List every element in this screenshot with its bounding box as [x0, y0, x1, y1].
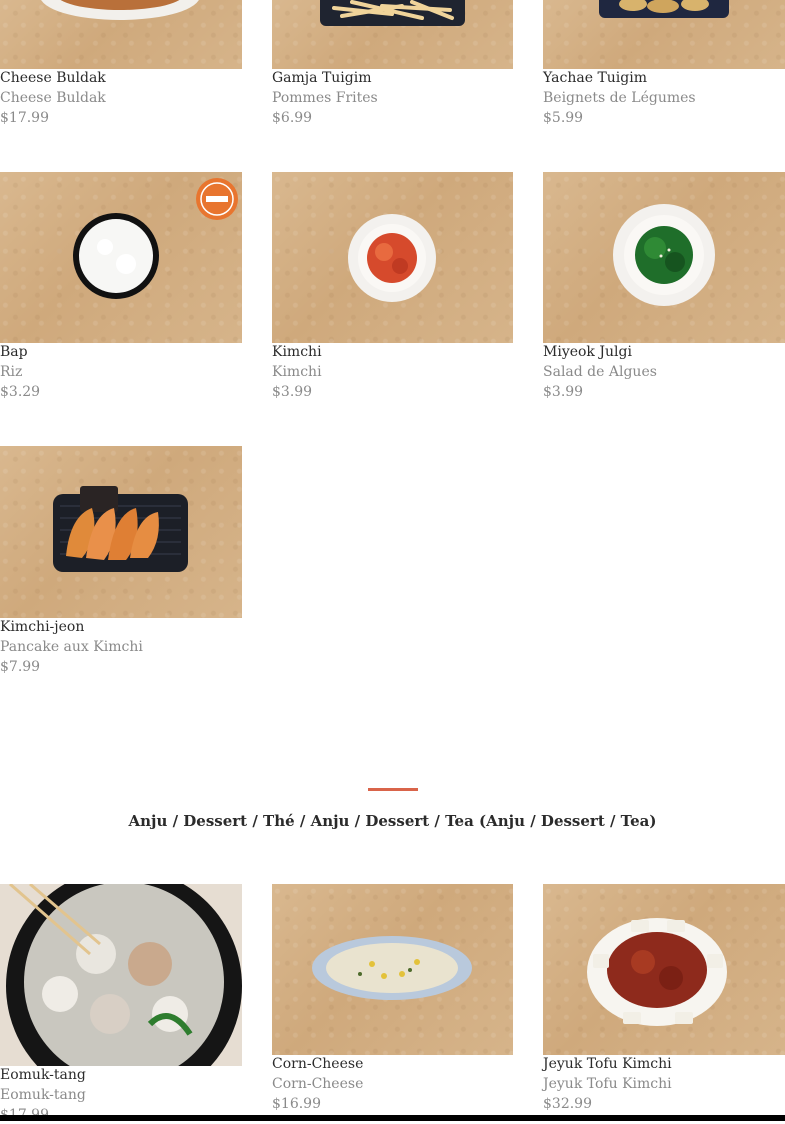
menu-item-subtitle: Riz [0, 364, 23, 380]
menu-item-photo[interactable] [272, 172, 513, 343]
menu-item-photo[interactable] [272, 884, 513, 1055]
corn-cheese-dish-icon [312, 936, 472, 1000]
menu-item-price: $3.99 [272, 384, 313, 400]
menu-item-name: Gamja Tuigim [272, 70, 372, 86]
menu-item-name: Bap [0, 344, 28, 360]
menu-item-card[interactable]: Yachae Tuigim Beignets de Légumes $5.99 [543, 0, 785, 130]
menu-item-photo[interactable] [0, 0, 242, 69]
menu-item-name: Corn-Cheese [272, 1056, 364, 1072]
menu-item-photo[interactable] [0, 446, 242, 618]
menu-item-price: $3.99 [543, 384, 584, 400]
plate-icon [41, 0, 199, 20]
vegan-badge-icon [196, 178, 238, 220]
menu-item-card[interactable]: Eomuk-tang Eomuk-tang $17.99 [0, 884, 242, 1124]
fries-icon [320, 0, 465, 26]
tofu-kimchi-plate-icon [587, 918, 727, 1026]
menu-item-photo[interactable] [543, 172, 785, 343]
menu-item-photo[interactable] [272, 0, 513, 69]
fishcake-stew-icon [0, 884, 242, 1066]
menu-item-price: $3.29 [0, 384, 41, 400]
menu-item-card[interactable]: Jeyuk Tofu Kimchi Jeyuk Tofu Kimchi $32.… [543, 884, 785, 1116]
seaweed-bowl-icon [613, 204, 715, 306]
menu-item-photo[interactable] [0, 172, 242, 343]
menu-item-name: Miyeok Julgi [543, 344, 632, 360]
menu-item-price: $5.99 [543, 110, 584, 126]
menu-item-subtitle: Cheese Buldak [0, 90, 106, 106]
menu-item-name: Eomuk-tang [0, 1067, 86, 1083]
menu-item-photo[interactable] [543, 0, 785, 69]
kimchi-bowl-icon [348, 214, 436, 302]
menu-item-subtitle: Salad de Algues [543, 364, 657, 380]
menu-item-card[interactable]: Kimchi-jeon Pancake aux Kimchi $7.99 [0, 446, 242, 678]
menu-item-card[interactable]: Bap Riz $3.29 [0, 172, 242, 404]
menu-item-subtitle: Eomuk-tang [0, 1087, 86, 1103]
section-title: Anju / Dessert / Thé / Anju / Dessert / … [128, 812, 657, 830]
menu-item-card[interactable]: Miyeok Julgi Salad de Algues $3.99 [543, 172, 785, 404]
menu-item-price: $6.99 [272, 110, 313, 126]
menu-item-price: $32.99 [543, 1096, 592, 1112]
menu-item-name: Cheese Buldak [0, 70, 106, 86]
menu-item-subtitle: Pancake aux Kimchi [0, 639, 143, 655]
menu-item-photo[interactable] [0, 884, 242, 1066]
menu-item-price: $7.99 [0, 659, 41, 675]
pancake-plate-icon [53, 486, 188, 572]
menu-item-subtitle: Corn-Cheese [272, 1076, 364, 1092]
menu-item-card[interactable]: Corn-Cheese Corn-Cheese $16.99 [272, 884, 514, 1116]
menu-item-price: $17.99 [0, 110, 49, 126]
menu-item-subtitle: Beignets de Légumes [543, 90, 696, 106]
bottom-bar [0, 1115, 785, 1121]
menu-item-card[interactable]: Cheese Buldak Cheese Buldak $17.99 [0, 0, 242, 130]
menu-item-subtitle: Kimchi [272, 364, 322, 380]
menu-item-name: Yachae Tuigim [543, 70, 647, 86]
menu-item-photo[interactable] [543, 884, 785, 1055]
menu-item-price: $16.99 [272, 1096, 321, 1112]
tempura-icon [599, 0, 729, 18]
menu-item-name: Kimchi-jeon [0, 619, 85, 635]
menu-item-card[interactable]: Kimchi Kimchi $3.99 [272, 172, 514, 404]
menu-item-name: Jeyuk Tofu Kimchi [543, 1056, 672, 1072]
menu-item-subtitle: Pommes Frites [272, 90, 378, 106]
section-divider [368, 788, 418, 791]
menu-item-name: Kimchi [272, 344, 322, 360]
menu-item-card[interactable]: Gamja Tuigim Pommes Frites $6.99 [272, 0, 514, 130]
menu-item-subtitle: Jeyuk Tofu Kimchi [543, 1076, 672, 1092]
